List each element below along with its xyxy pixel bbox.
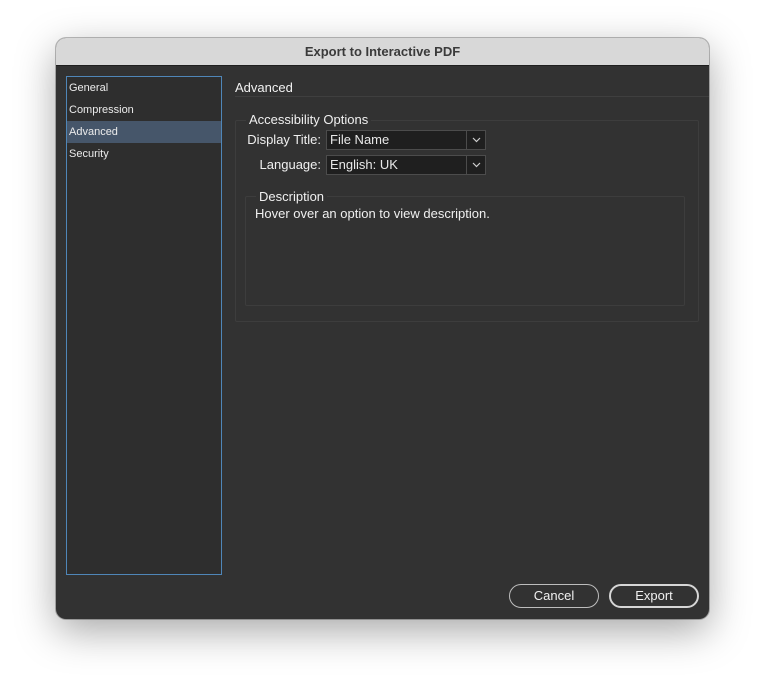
section-divider [235,96,709,97]
display-title-label: Display Title: [247,132,321,147]
export-button[interactable]: Export [609,584,699,608]
chevron-down-icon[interactable] [466,131,485,149]
language-select[interactable]: English: UK [326,155,486,175]
sidebar-item-advanced[interactable]: Advanced [67,121,221,143]
dialog-title: Export to Interactive PDF [56,38,709,66]
language-value: English: UK [330,157,398,172]
language-label: Language: [259,157,321,172]
export-dialog: Export to Interactive PDF General Compre… [56,38,709,619]
display-title-select[interactable]: File Name [326,130,486,150]
sidebar-item-security[interactable]: Security [67,143,221,165]
accessibility-options-legend: Accessibility Options [246,112,372,127]
chevron-down-icon[interactable] [466,156,485,174]
sidebar-item-compression[interactable]: Compression [67,99,221,121]
display-title-value: File Name [330,132,390,147]
category-list: General Compression Advanced Security [66,76,222,575]
sidebar-item-general[interactable]: General [67,77,221,99]
section-title: Advanced [235,80,293,95]
description-legend: Description [256,189,328,204]
cancel-button[interactable]: Cancel [509,584,599,608]
description-text: Hover over an option to view description… [255,206,490,221]
